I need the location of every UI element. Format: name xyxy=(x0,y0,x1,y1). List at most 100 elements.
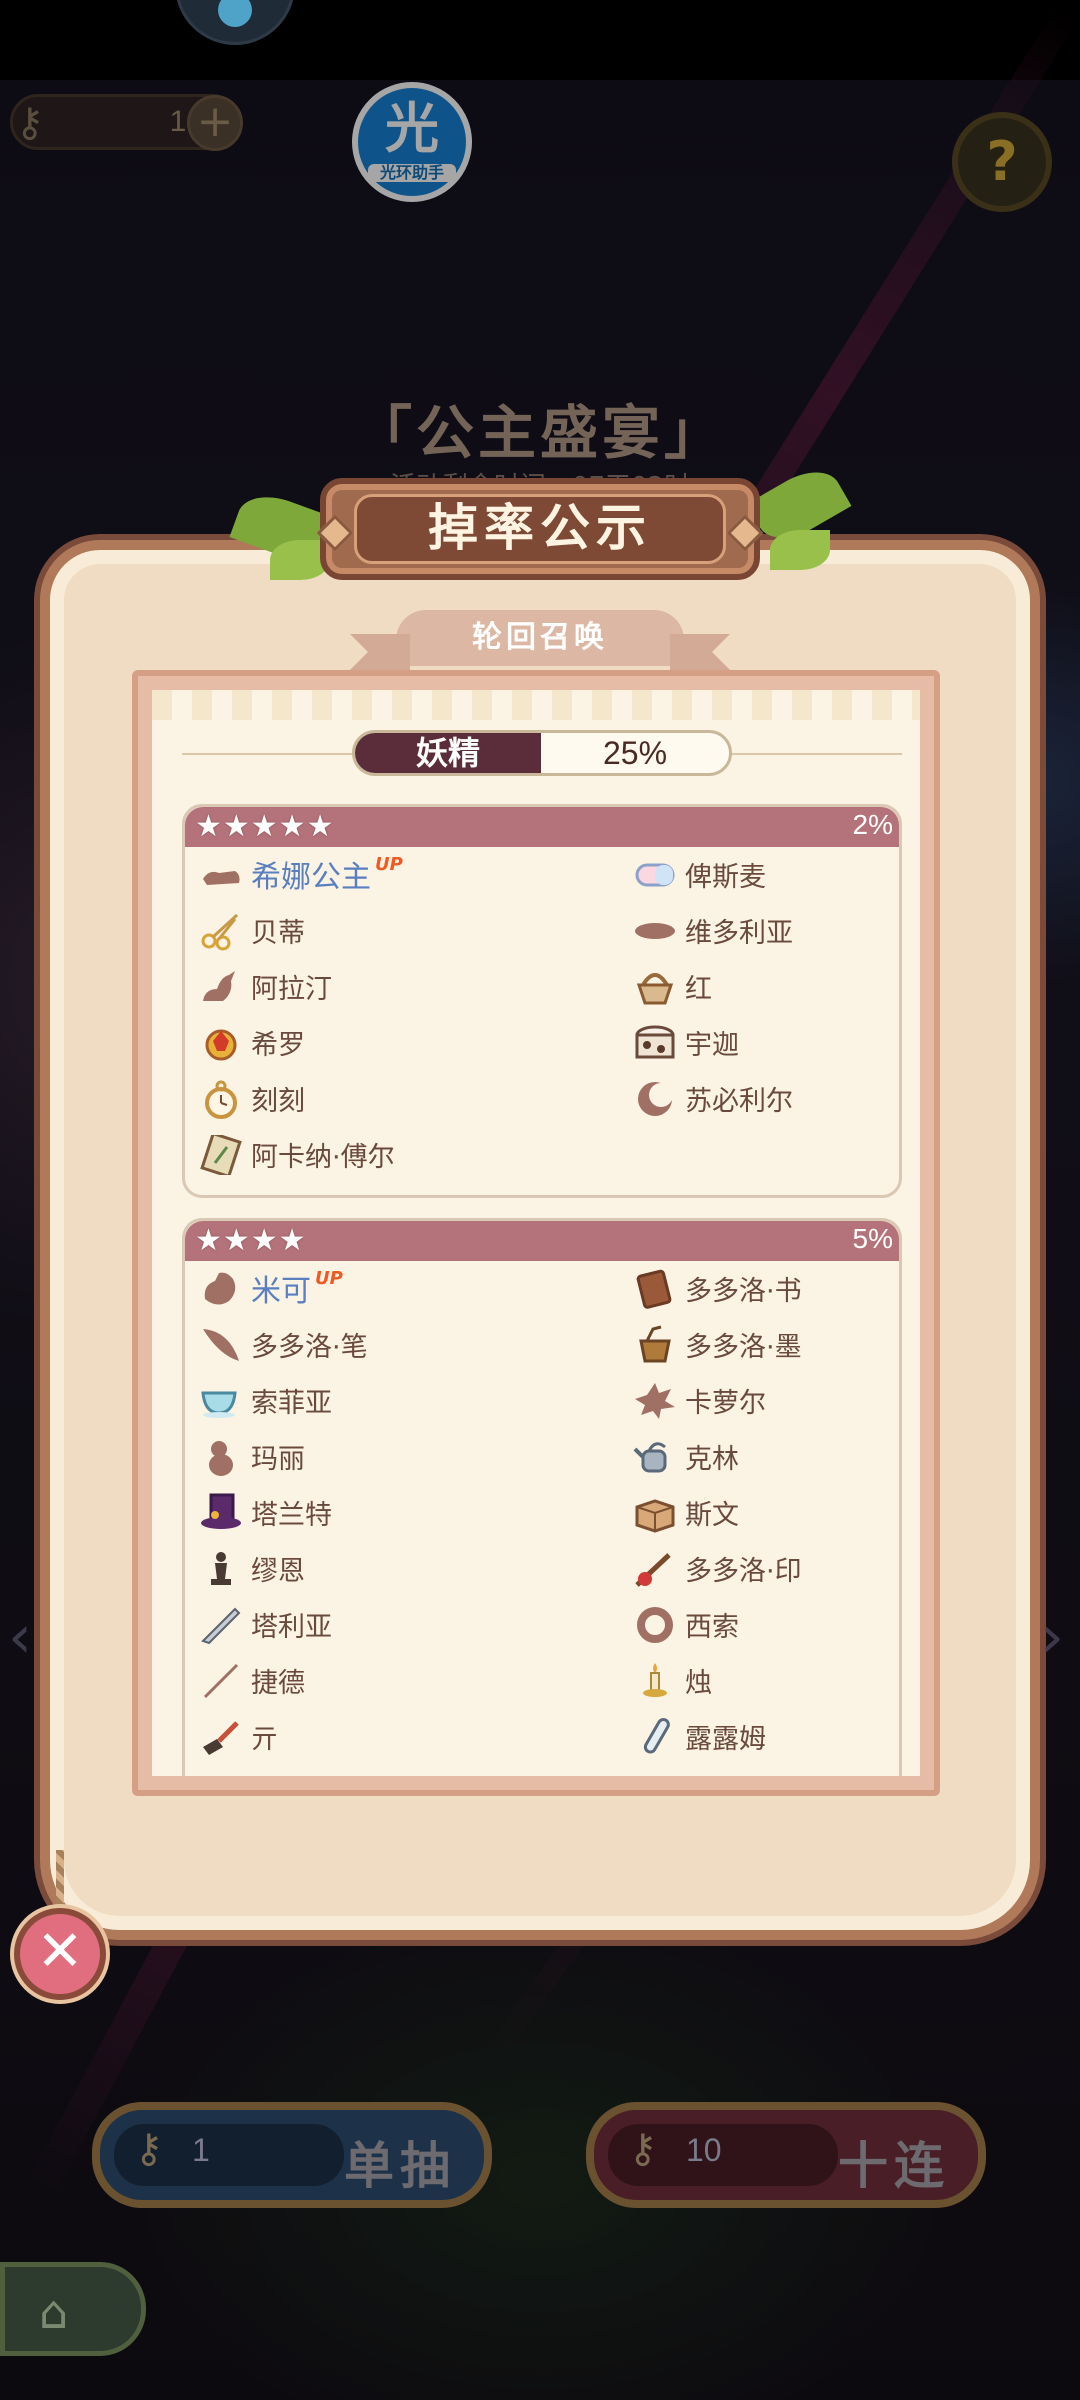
mitten-icon xyxy=(204,1272,236,1305)
item-name: 希娜公主 UP xyxy=(251,854,403,895)
rarity-rate: 5% xyxy=(852,1223,893,1254)
list-item: 塔兰特 xyxy=(185,1487,525,1537)
ten-draw-label: 十连 xyxy=(838,2137,950,2195)
ten-draw-cost: 10 xyxy=(686,2132,722,2168)
list-item: 希罗 xyxy=(185,1017,525,1067)
home-icon: ⌂ xyxy=(39,2285,69,2339)
list-item: 亓 xyxy=(185,1711,525,1761)
drop-list-frame: 妖精 25% ★★★★★ 2% 希娜公主 UP 俾斯麦 贝蒂 维多利亚 阿拉汀 … xyxy=(132,670,940,1796)
item-name: 克林 xyxy=(685,1444,739,1475)
item-name: 多多洛·印 xyxy=(685,1556,802,1587)
item-name: 刻刻 xyxy=(251,1086,305,1117)
list-item: 刻刻 xyxy=(185,1073,525,1123)
key-icon: ⚷ xyxy=(134,2126,164,2172)
next-arrow-icon[interactable]: › xyxy=(1040,1602,1080,1672)
single-draw-button[interactable]: ⚷ 1 单抽 xyxy=(92,2102,492,2208)
single-draw-cost: 1 xyxy=(192,2132,210,2168)
item-name: 缪恩 xyxy=(251,1556,305,1587)
list-item: 斑斑 xyxy=(619,1767,920,1776)
shoe-icon xyxy=(203,871,240,885)
close-icon: ✕ xyxy=(36,1919,84,1984)
ten-draw-button[interactable]: ⚷ 10 十连 xyxy=(586,2102,986,2208)
needle-icon xyxy=(203,1663,239,1699)
list-item: 露露姆 xyxy=(619,1711,920,1761)
spatula-icon xyxy=(203,1721,239,1755)
lamp-icon xyxy=(203,971,235,1001)
list-item: 红 xyxy=(619,961,920,1011)
ring-icon xyxy=(637,1607,673,1643)
rarity-rate: 2% xyxy=(852,809,893,840)
pool-name-ribbon: 轮回召唤 xyxy=(396,610,684,666)
box-icon xyxy=(635,1499,675,1533)
five-star-icon: ★★★★★ xyxy=(195,809,335,844)
item-name: 亓 xyxy=(251,1724,278,1755)
item-name: 多多洛·笔 xyxy=(251,1332,368,1363)
item-name: 维多利亚 xyxy=(685,918,793,949)
item-name: 塔利亚 xyxy=(251,1612,332,1643)
crown-icon xyxy=(205,1029,237,1061)
list-item: 露西 xyxy=(185,1767,525,1776)
item-name: 米可 UP xyxy=(251,1268,343,1309)
list-item: 多多洛·书 xyxy=(619,1263,920,1313)
item-name: 露西 xyxy=(251,1773,305,1776)
list-item: 烛 xyxy=(619,1655,920,1705)
dialog-title: 掉率公示 xyxy=(354,494,726,564)
item-name: 露露姆 xyxy=(685,1724,766,1755)
list-item: 多多洛·墨 xyxy=(619,1319,920,1369)
single-draw-label: 单抽 xyxy=(344,2137,456,2195)
list-item: 阿拉汀 xyxy=(185,961,525,1011)
home-button[interactable]: ⌂ xyxy=(0,2262,146,2356)
chess-knight-icon xyxy=(211,1552,231,1585)
cake-icon xyxy=(635,1025,675,1059)
item-name: 玛丽 xyxy=(251,1444,305,1475)
status-area xyxy=(0,0,1080,80)
tab-fairy-rate: 25% xyxy=(602,735,668,771)
category-tab[interactable]: 妖精 25% xyxy=(352,730,732,776)
list-item: 维多利亚 xyxy=(619,905,920,955)
moon-icon xyxy=(638,1082,673,1116)
lantern-icon xyxy=(199,1773,243,1776)
list-item: 多多洛·印 xyxy=(619,1543,920,1593)
item-name: 希罗 xyxy=(251,1030,305,1061)
list-item: 卡萝尔 xyxy=(619,1375,920,1425)
list-item: 捷德 xyxy=(185,1655,525,1705)
prev-arrow-icon[interactable]: ‹ xyxy=(8,1602,48,1672)
list-item: 索菲亚 xyxy=(185,1375,525,1425)
pocket-watch-icon xyxy=(205,1080,237,1119)
list-item: 米可 UP xyxy=(185,1263,525,1313)
item-name: 斯文 xyxy=(685,1500,739,1531)
knife-icon xyxy=(201,1607,241,1645)
list-item: 贝蒂 xyxy=(185,905,525,955)
basket-icon xyxy=(636,973,674,1005)
list-item: 希娜公主 UP xyxy=(185,849,525,899)
teacup-icon xyxy=(201,1391,237,1418)
list-item: 西索 xyxy=(619,1599,920,1649)
drop-list-scroll[interactable]: 妖精 25% ★★★★★ 2% 希娜公主 UP 俾斯麦 贝蒂 维多利亚 阿拉汀 … xyxy=(152,690,920,1776)
list-item: 缪恩 xyxy=(185,1543,525,1593)
list-item: 斯文 xyxy=(619,1487,920,1537)
scissors-icon xyxy=(201,913,239,951)
top-hat-icon xyxy=(201,1493,241,1529)
four-star-icon: ★★★★ xyxy=(195,1223,307,1258)
rarity-header: ★★★★ 5% xyxy=(185,1221,899,1261)
inkpot-icon xyxy=(639,1325,671,1363)
tarot-card-icon xyxy=(200,1135,242,1175)
quill-icon xyxy=(203,1329,239,1361)
candle-icon xyxy=(643,1663,667,1697)
close-button[interactable]: ✕ xyxy=(14,1908,106,2000)
list-item: 阿卡纳·傅尔 xyxy=(185,1129,585,1179)
item-name: 宇迦 xyxy=(685,1030,739,1061)
item-name: 斑斑 xyxy=(685,1773,739,1776)
key-icon: ⚷ xyxy=(628,2126,658,2172)
leaf-icon xyxy=(635,923,675,939)
maple-leaf-icon xyxy=(635,1383,675,1419)
item-name: 捷德 xyxy=(251,1668,305,1699)
tab-fairy[interactable]: 妖精 xyxy=(355,733,541,773)
list-item: 塔利亚 xyxy=(185,1599,525,1649)
gem-icon xyxy=(726,514,764,552)
list-item: 俾斯麦 xyxy=(619,849,920,899)
item-name: 阿卡纳·傅尔 xyxy=(251,1142,395,1173)
eraser-icon xyxy=(635,863,675,887)
up-badge: UP xyxy=(315,1268,343,1289)
gem-icon xyxy=(316,514,354,552)
